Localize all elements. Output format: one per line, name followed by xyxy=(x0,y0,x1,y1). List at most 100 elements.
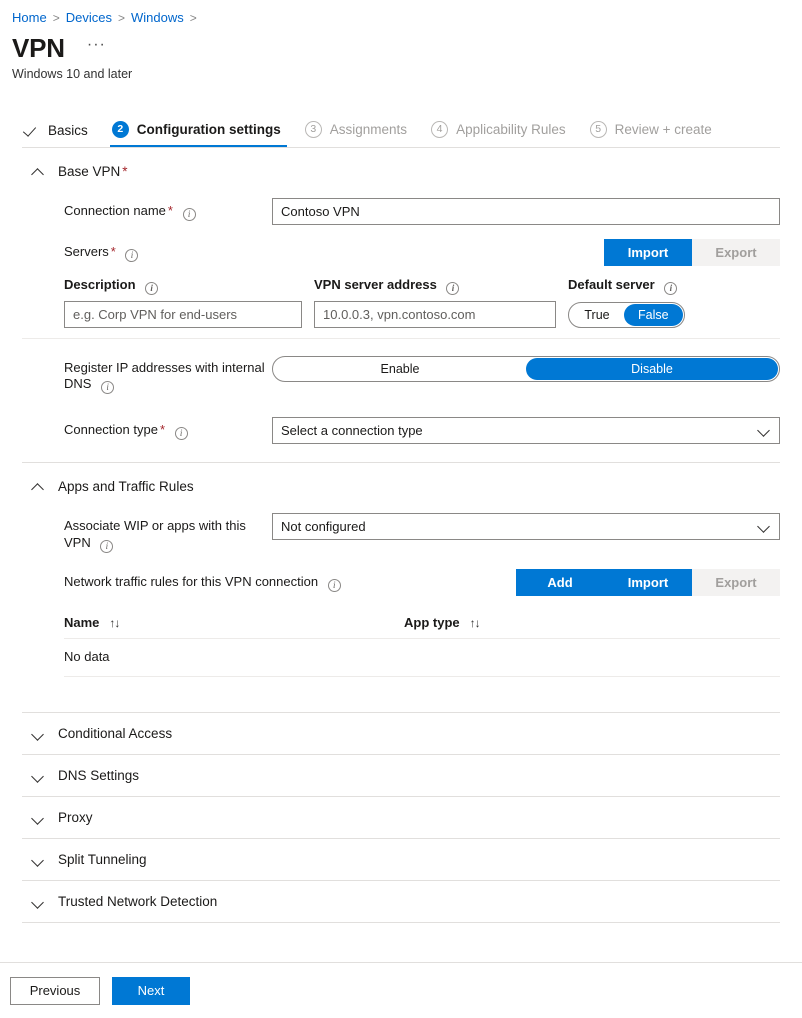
tab-label: Configuration settings xyxy=(137,122,281,137)
servers-import-button[interactable]: Import xyxy=(604,239,692,266)
info-icon[interactable]: i xyxy=(183,208,196,221)
table-header-row: Name ↑↓ App type ↑↓ xyxy=(64,611,780,639)
info-icon[interactable]: i xyxy=(446,282,459,295)
servers-toolbar: Import Export xyxy=(272,239,780,266)
breadcrumb-separator-icon: > xyxy=(190,11,197,25)
section-header-proxy[interactable]: Proxy xyxy=(22,796,780,838)
breadcrumb-item-home[interactable]: Home xyxy=(12,10,47,25)
required-asterisk: * xyxy=(168,203,173,218)
chevron-down-icon xyxy=(32,896,44,908)
breadcrumb: Home > Devices > Windows > xyxy=(0,0,802,28)
tab-label: Basics xyxy=(48,123,88,138)
servers-table-header: Description i VPN server address i Defau… xyxy=(22,271,780,299)
network-rules-add-button[interactable]: Add xyxy=(516,569,604,596)
network-rules-toolbar: Add Import Export xyxy=(422,569,780,596)
info-icon[interactable]: i xyxy=(664,282,677,295)
column-header-description: Description i xyxy=(64,277,314,295)
tab-applicability-rules[interactable]: 4 Applicability Rules xyxy=(421,107,580,147)
section-header-dns-settings[interactable]: DNS Settings xyxy=(22,754,780,796)
network-rules-export-button: Export xyxy=(692,569,780,596)
field-label: Servers* i xyxy=(22,239,272,262)
field-control: Select a connection type xyxy=(272,417,780,444)
servers-export-button: Export xyxy=(692,239,780,266)
tab-label: Assignments xyxy=(330,122,407,137)
field-label: Connection type* i xyxy=(22,417,272,440)
associate-wip-dropdown[interactable]: Not configured xyxy=(272,513,780,540)
page-title: VPN xyxy=(12,32,65,64)
section-title: Base VPN* xyxy=(58,164,128,179)
register-dns-option-enable[interactable]: Enable xyxy=(274,358,526,380)
sort-icon[interactable]: ↑↓ xyxy=(109,616,119,630)
chevron-down-icon xyxy=(32,728,44,740)
connection-name-input[interactable] xyxy=(272,198,780,225)
sort-icon[interactable]: ↑↓ xyxy=(470,616,480,630)
field-network-traffic-rules: Network traffic rules for this VPN conne… xyxy=(22,558,780,601)
server-description-input[interactable] xyxy=(64,301,302,328)
default-server-option-true[interactable]: True xyxy=(570,304,624,326)
previous-button[interactable]: Previous xyxy=(10,977,100,1005)
collapsed-sections-list: Conditional Access DNS Settings Proxy Sp… xyxy=(22,713,780,923)
more-options-icon[interactable]: ··· xyxy=(81,36,112,60)
field-label: Connection name* i xyxy=(22,198,272,221)
breadcrumb-separator-icon: > xyxy=(53,11,60,25)
column-header-name: Name ↑↓ xyxy=(64,615,404,630)
step-number-badge: 3 xyxy=(305,121,322,138)
register-dns-option-disable[interactable]: Disable xyxy=(526,358,778,380)
column-header-default-server: Default server i xyxy=(568,277,780,295)
field-label: Associate WIP or apps with this VPN i xyxy=(22,513,272,553)
section-header-base-vpn[interactable]: Base VPN* xyxy=(22,147,780,189)
info-icon[interactable]: i xyxy=(101,381,114,394)
wizard-tab-strip: Basics 2 Configuration settings 3 Assign… xyxy=(0,107,802,147)
column-header-vpn-server-address: VPN server address i xyxy=(314,277,568,295)
info-icon[interactable]: i xyxy=(328,579,341,592)
default-server-option-false[interactable]: False xyxy=(624,304,683,326)
chevron-up-icon xyxy=(32,166,44,178)
column-header-text: App type xyxy=(404,615,460,630)
chevron-down-icon xyxy=(32,854,44,866)
info-icon[interactable]: i xyxy=(175,427,188,440)
column-header-text: Description xyxy=(64,277,136,292)
info-icon[interactable]: i xyxy=(100,540,113,553)
field-control: Enable Disable xyxy=(272,356,780,382)
chevron-down-icon xyxy=(758,425,770,437)
section-header-conditional-access[interactable]: Conditional Access xyxy=(22,713,780,754)
column-header-app-type: App type ↑↓ xyxy=(404,615,780,630)
cell-vpn-server-address xyxy=(314,301,568,328)
breadcrumb-separator-icon: > xyxy=(118,11,125,25)
field-register-dns: Register IP addresses with internal DNS … xyxy=(22,339,780,399)
check-icon xyxy=(24,122,40,138)
chevron-down-icon xyxy=(758,521,770,533)
tab-review-create[interactable]: 5 Review + create xyxy=(580,107,726,147)
field-label-text: Register IP addresses with internal DNS xyxy=(64,360,265,391)
section-header-trusted-network-detection[interactable]: Trusted Network Detection xyxy=(22,880,780,922)
chevron-down-icon xyxy=(32,770,44,782)
section-header-apps-traffic-rules[interactable]: Apps and Traffic Rules xyxy=(22,462,780,504)
wizard-footer: Previous Next xyxy=(0,962,802,1018)
register-dns-toggle[interactable]: Enable Disable xyxy=(272,356,780,382)
breadcrumb-item-windows[interactable]: Windows xyxy=(131,10,184,25)
field-label-text: Connection name xyxy=(64,203,166,218)
breadcrumb-item-devices[interactable]: Devices xyxy=(66,10,112,25)
default-server-toggle[interactable]: True False xyxy=(568,302,685,328)
column-header-text: Name xyxy=(64,615,99,630)
server-address-input[interactable] xyxy=(314,301,556,328)
connection-type-dropdown[interactable]: Select a connection type xyxy=(272,417,780,444)
tab-configuration-settings[interactable]: 2 Configuration settings xyxy=(102,107,295,147)
info-icon[interactable]: i xyxy=(125,249,138,262)
next-button[interactable]: Next xyxy=(112,977,190,1005)
step-number-badge: 5 xyxy=(590,121,607,138)
cell-default-server: True False xyxy=(568,302,780,328)
connection-type-value: Select a connection type xyxy=(281,423,423,438)
field-label: Network traffic rules for this VPN conne… xyxy=(22,569,422,592)
page-header: VPN ··· xyxy=(0,32,802,64)
section-title-text: Trusted Network Detection xyxy=(58,894,217,909)
info-icon[interactable]: i xyxy=(145,282,158,295)
field-control: Not configured xyxy=(272,513,780,540)
column-header-text: VPN server address xyxy=(314,277,437,292)
network-rules-import-button[interactable]: Import xyxy=(604,569,692,596)
page-subtitle: Windows 10 and later xyxy=(0,67,802,81)
tab-label: Applicability Rules xyxy=(456,122,566,137)
tab-assignments[interactable]: 3 Assignments xyxy=(295,107,421,147)
section-header-split-tunneling[interactable]: Split Tunneling xyxy=(22,838,780,880)
tab-basics[interactable]: Basics xyxy=(14,107,102,147)
